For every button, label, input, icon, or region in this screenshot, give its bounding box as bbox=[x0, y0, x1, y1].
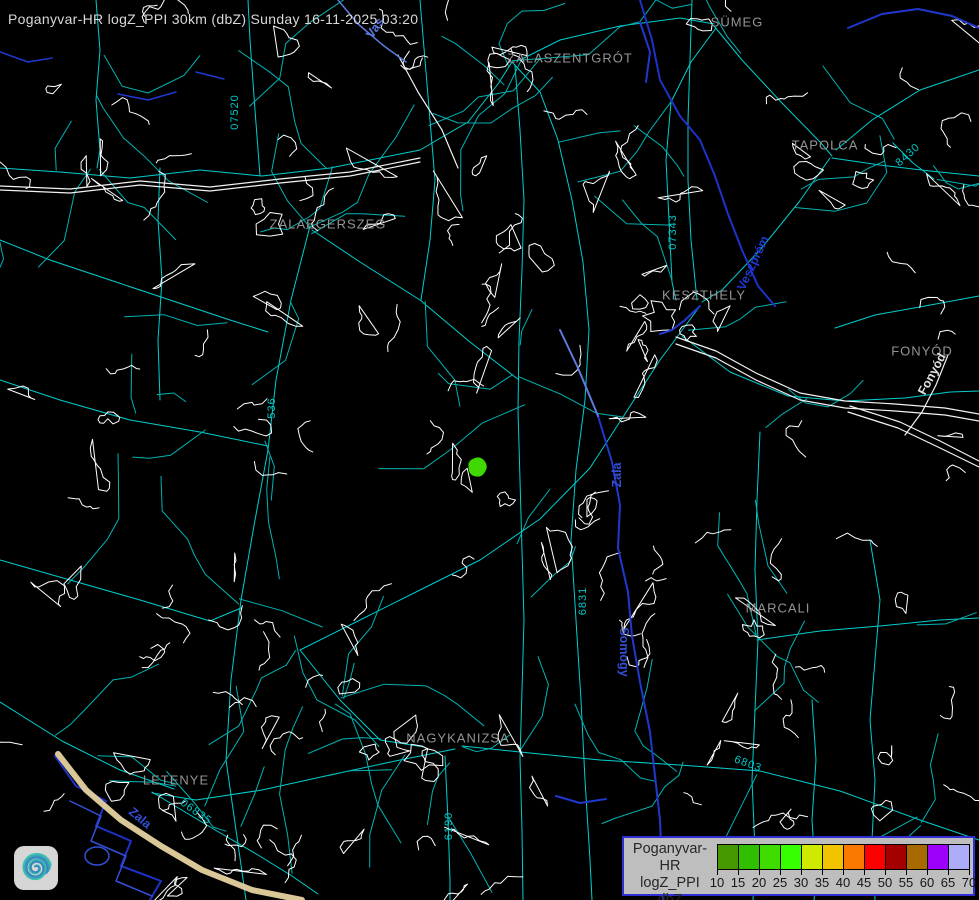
legend-color-swatch-4 bbox=[801, 844, 822, 870]
legend-color-swatch-5 bbox=[822, 844, 843, 870]
legend-unit: dbZ bbox=[624, 892, 716, 900]
radar-echo bbox=[469, 458, 486, 476]
legend-tick-label-8: 50 bbox=[878, 875, 892, 890]
logo-background bbox=[14, 846, 58, 890]
road-spurs bbox=[0, 0, 979, 900]
legend-tickmark bbox=[717, 870, 718, 875]
color-scale-legend: Poganyvar-HR logZ_PPI dbZ 10152025303540… bbox=[622, 836, 975, 896]
legend-tickmark bbox=[759, 870, 760, 875]
legend-tick-label-11: 65 bbox=[941, 875, 955, 890]
map-art bbox=[0, 0, 979, 900]
legend-title: Poganyvar-HR logZ_PPI dbZ bbox=[624, 841, 716, 900]
met-spiral-logo[interactable] bbox=[14, 846, 58, 890]
legend-tick-label-2: 20 bbox=[752, 875, 766, 890]
legend-tickmark bbox=[843, 870, 844, 875]
legend-color-scale bbox=[717, 844, 970, 870]
legend-color-swatch-3 bbox=[780, 844, 801, 870]
legend-tick-label-10: 60 bbox=[920, 875, 934, 890]
legend-tick-label-6: 40 bbox=[836, 875, 850, 890]
legend-tickmark bbox=[780, 870, 781, 875]
legend-color-swatch-1 bbox=[738, 844, 759, 870]
legend-tickmark bbox=[822, 870, 823, 875]
legend-tickmark bbox=[801, 870, 802, 875]
legend-radar-name: Poganyvar-HR bbox=[624, 841, 716, 875]
legend-tickmark bbox=[738, 870, 739, 875]
legend-tick-label-3: 25 bbox=[773, 875, 787, 890]
legend-tickmark bbox=[948, 870, 949, 875]
legend-tickmark bbox=[906, 870, 907, 875]
legend-tickmark bbox=[864, 870, 865, 875]
settlement-outlines bbox=[0, 0, 979, 900]
legend-tick-label-1: 15 bbox=[731, 875, 745, 890]
legend-tick-label-5: 35 bbox=[815, 875, 829, 890]
legend-color-swatch-6 bbox=[843, 844, 864, 870]
legend-tickmark bbox=[927, 870, 928, 875]
legend-color-swatch-2 bbox=[759, 844, 780, 870]
radar-title: Poganyvar-HR logZ_PPI 30km (dbZ) Sunday … bbox=[8, 11, 418, 27]
legend-color-swatch-7 bbox=[864, 844, 885, 870]
legend-tick-label-7: 45 bbox=[857, 875, 871, 890]
road-network bbox=[0, 0, 979, 900]
legend-tick-label-4: 30 bbox=[794, 875, 808, 890]
rivers-and-borders bbox=[0, 0, 979, 900]
legend-tick-label-0: 10 bbox=[710, 875, 724, 890]
legend-color-swatch-9 bbox=[906, 844, 927, 870]
radar-viewer: SÜMEGZALASZENTGRÓTTAPOLCAZALAEGERSZEGKES… bbox=[0, 0, 979, 900]
legend-color-swatch-11 bbox=[948, 844, 970, 870]
legend-tick-label-12: 70 bbox=[962, 875, 976, 890]
legend-tickmark bbox=[969, 870, 970, 875]
legend-tickmark bbox=[885, 870, 886, 875]
white-main-roads bbox=[0, 55, 979, 467]
legend-tick-label-9: 55 bbox=[899, 875, 913, 890]
legend-color-swatch-8 bbox=[885, 844, 906, 870]
legend-color-swatch-10 bbox=[927, 844, 948, 870]
legend-color-swatch-0 bbox=[717, 844, 738, 870]
legend-product: logZ_PPI bbox=[624, 875, 716, 892]
